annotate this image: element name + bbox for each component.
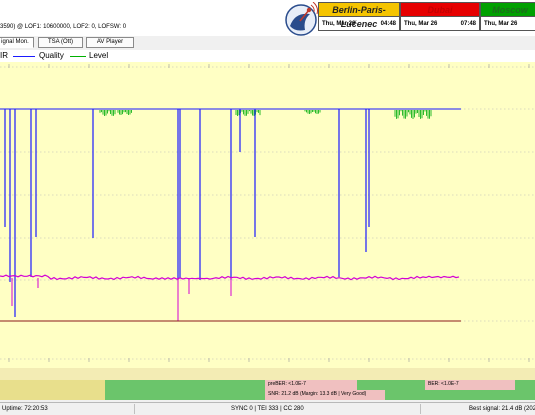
- clock-city: Moscow: [481, 3, 535, 17]
- world-clock-berlin: Berlin-Paris-Lučenec Thu, Mar 26 04:48: [318, 2, 400, 31]
- app-window: 3590) @ LOF1: 10600000, LOF2: 0, LOFSW: …: [0, 0, 535, 415]
- lnb-info: 3590) @ LOF1: 10600000, LOF2: 0, LOFSW: …: [0, 24, 127, 30]
- sync-text: SYNC 0 | TEI 333 | CC 280: [231, 406, 304, 412]
- status-bar: Uptime: 72:20:53 SYNC 0 | TEI 333 | CC 2…: [0, 402, 535, 415]
- ber-bar: preBER: <1.0E-7 BER: <1.0E-7: [0, 380, 535, 390]
- chart-legend: IR Quality Level: [0, 50, 535, 62]
- ber-value: BER: <1.0E-7: [428, 381, 459, 387]
- level-bar: [0, 368, 535, 380]
- legend-quality-label: Quality: [39, 51, 64, 60]
- tab-bar: ignal Mon. TSA (Ott) AV Player: [0, 36, 535, 49]
- clock-day: Thu, Mar 26: [404, 20, 438, 27]
- clock-time: 07:48: [460, 20, 476, 27]
- clock-city: Berlin-Paris-Lučenec: [319, 3, 399, 29]
- tab-signal-monitor[interactable]: ignal Mon.: [0, 37, 34, 48]
- legend-level-label: Level: [89, 51, 109, 60]
- legend-level-swatch: [70, 56, 86, 57]
- world-clock-dubai: Dubai Thu, Mar 26 07:48: [400, 2, 480, 31]
- legend-snr-label: IR: [0, 51, 8, 60]
- uptime-text: Uptime: 72:20:53: [2, 406, 48, 412]
- signal-chart: [0, 62, 535, 368]
- plot-background: [0, 62, 535, 368]
- best-signal-text: Best signal: 21.4 dB (2026-: [469, 406, 535, 412]
- snr-bar: SNR: 21.2 dB (Margin: 13.3 dB | Very Goo…: [0, 390, 535, 400]
- clock-city: Dubai: [401, 3, 479, 17]
- clock-day: Thu, Mar 26: [322, 20, 356, 27]
- tab-tsa[interactable]: TSA (Ott): [38, 37, 83, 48]
- header-bar: 3590) @ LOF1: 10600000, LOF2: 0, LOFSW: …: [0, 0, 535, 40]
- snr-value: SNR: 21.2 dB (Margin: 13.3 dB | Very Goo…: [268, 391, 367, 397]
- clock-day: Thu, Mar 26: [484, 20, 518, 27]
- legend-quality-swatch: [13, 56, 35, 57]
- tab-av-player[interactable]: AV Player: [86, 37, 134, 48]
- clock-time: 04:48: [380, 20, 396, 27]
- preber-value: preBER: <1.0E-7: [268, 381, 306, 387]
- world-clock-moscow: Moscow Thu, Mar 26: [480, 2, 535, 31]
